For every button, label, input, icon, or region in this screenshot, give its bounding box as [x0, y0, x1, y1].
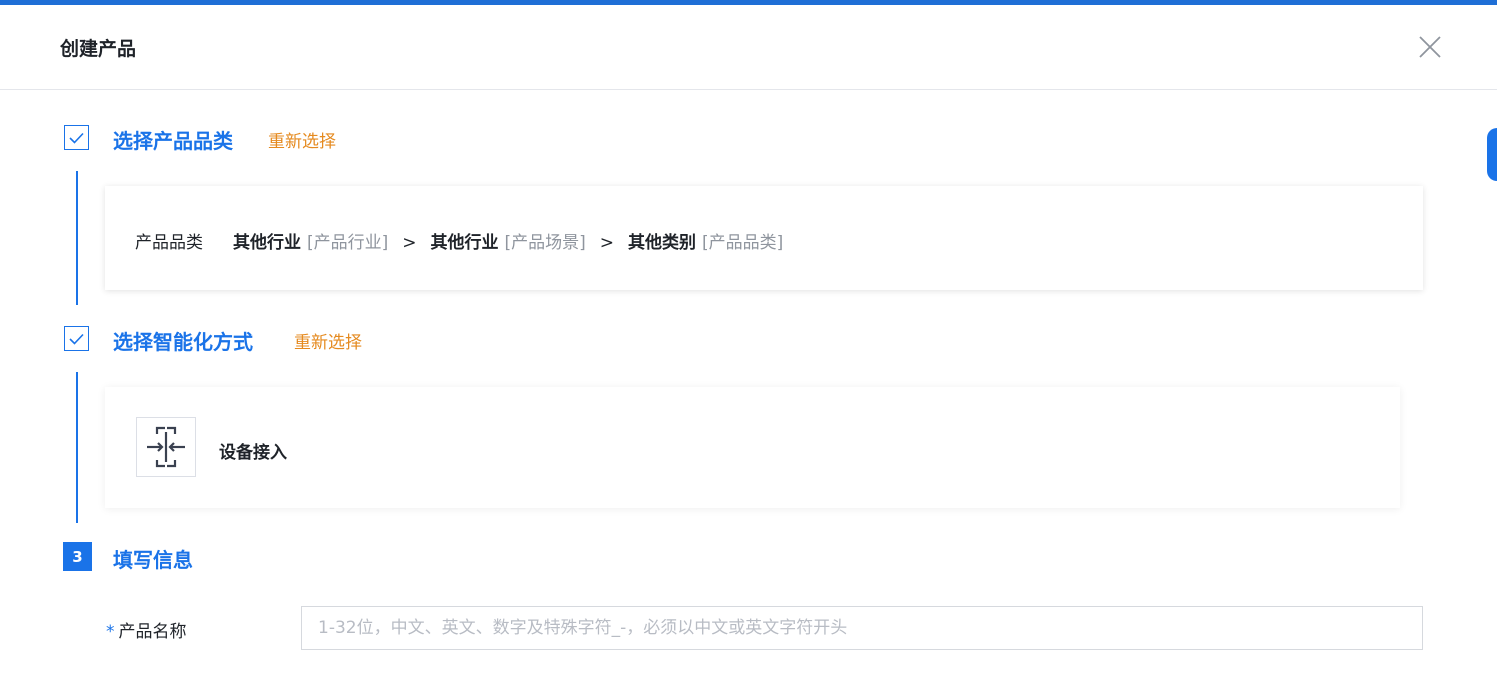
step-1-reselect-link[interactable]: 重新选择	[268, 127, 336, 152]
device-access-icon	[136, 417, 196, 477]
category-scene-value: 其他行业	[430, 233, 499, 253]
category-class-value: 其他类别	[628, 233, 697, 253]
required-mark: *	[106, 622, 115, 642]
category-path: 产品品类 其他行业 [产品行业] > 其他行业 [产品场景] > 其他类别 [产…	[135, 228, 783, 253]
product-name-input[interactable]	[301, 606, 1423, 650]
category-industry-value: 其他行业	[233, 233, 301, 253]
category-scene-type: [产品场景]	[504, 233, 586, 253]
category-label: 产品品类	[135, 233, 203, 253]
category-separator: >	[402, 233, 417, 253]
step-1-connector	[76, 171, 78, 305]
mode-card: 设备接入	[105, 387, 1400, 508]
side-floating-tab[interactable]	[1487, 128, 1497, 181]
product-name-label-text: 产品名称	[118, 622, 187, 642]
product-name-label: * 产品名称	[106, 617, 187, 642]
dialog-title: 创建产品	[60, 38, 137, 60]
step-1-title: 选择产品品类	[113, 129, 233, 153]
category-separator: >	[599, 233, 615, 253]
step-2-reselect-link[interactable]: 重新选择	[294, 328, 362, 353]
step-2-check-icon	[64, 326, 89, 351]
category-card: 产品品类 其他行业 [产品行业] > 其他行业 [产品场景] > 其他类别 [产…	[105, 186, 1423, 290]
step-3-number: 3	[63, 542, 92, 571]
category-class-type: [产品品类]	[702, 233, 784, 253]
dialog-header: 创建产品	[0, 5, 1497, 90]
step-3-title: 填写信息	[113, 548, 193, 572]
category-industry-type: [产品行业]	[307, 233, 389, 253]
step-2-title: 选择智能化方式	[113, 330, 253, 354]
step-2-connector	[76, 372, 78, 523]
close-icon[interactable]	[1418, 35, 1442, 59]
step-1-check-icon	[64, 125, 89, 150]
mode-label: 设备接入	[219, 443, 287, 463]
